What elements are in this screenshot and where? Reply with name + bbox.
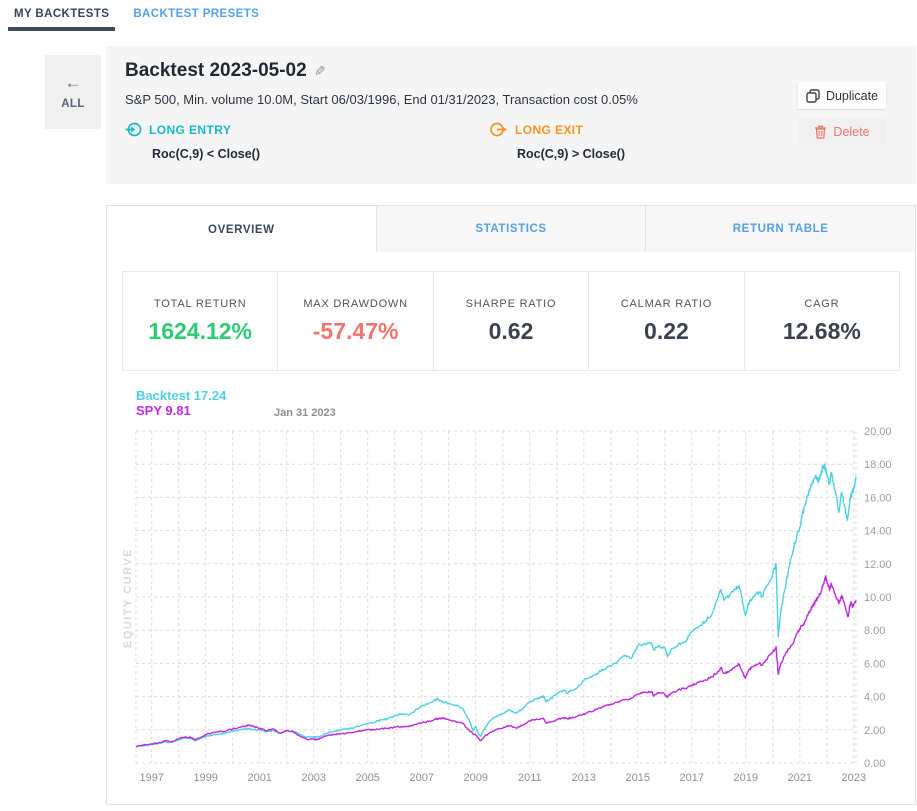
stat-label: SHARPE RATIO — [466, 298, 557, 310]
long-exit-rule: Roc(C,9) > Close() — [517, 147, 625, 161]
long-exit-icon — [490, 121, 508, 138]
overview-panel: TOTAL RETURN 1624.12% MAX DRAWDOWN -57.4… — [106, 252, 916, 805]
svg-text:2017: 2017 — [680, 772, 704, 784]
cursor-date-label: Jan 31 2023 — [274, 407, 336, 419]
long-entry-rule: Roc(C,9) < Close() — [152, 147, 260, 161]
delete-button[interactable]: Delete — [798, 119, 886, 144]
stat-label: MAX DRAWDOWN — [303, 298, 408, 310]
stats-row: TOTAL RETURN 1624.12% MAX DRAWDOWN -57.4… — [122, 271, 900, 371]
svg-text:16.00: 16.00 — [864, 492, 892, 504]
stat-value: 0.22 — [644, 318, 689, 345]
svg-text:2007: 2007 — [409, 772, 433, 784]
svg-text:2015: 2015 — [626, 772, 650, 784]
backtest-header-card: Backtest 2023-05-02 ✎ S&P 500, Min. volum… — [106, 46, 916, 184]
tab-backtest-presets[interactable]: BACKTEST PRESETS — [127, 0, 265, 31]
svg-text:4.00: 4.00 — [864, 692, 885, 704]
long-exit-label: LONG EXIT — [515, 123, 583, 137]
svg-text:2021: 2021 — [788, 772, 812, 784]
stat-value: 0.62 — [489, 318, 534, 345]
svg-text:12.00: 12.00 — [864, 559, 892, 571]
svg-text:0.00: 0.00 — [864, 758, 885, 770]
svg-text:2009: 2009 — [463, 772, 487, 784]
long-exit-block: LONG EXIT Roc(C,9) > Close() — [490, 121, 625, 161]
tab-return-table[interactable]: RETURN TABLE — [646, 205, 916, 253]
stat-label: TOTAL RETURN — [154, 298, 247, 310]
svg-text:18.00: 18.00 — [864, 459, 892, 471]
svg-text:20.00: 20.00 — [864, 426, 892, 438]
svg-text:2005: 2005 — [355, 772, 379, 784]
trash-icon — [814, 125, 827, 139]
backtest-title-text: Backtest 2023-05-02 — [125, 60, 307, 81]
edit-pencil-icon[interactable]: ✎ — [314, 63, 326, 80]
equity-curve-plot: 0.00 2.00 4.00 6.00 8.00 10.00 12.00 14.00 16.00… — [117, 425, 909, 793]
long-entry-block: LONG ENTRY Roc(C,9) < Close() — [125, 121, 260, 161]
chart-legend: Backtest 17.24 SPY 9.81 Jan 31 2023 — [117, 388, 909, 425]
tab-overview[interactable]: OVERVIEW — [106, 205, 377, 253]
page-title: Backtest 2023-05-02 ✎ — [125, 60, 325, 82]
back-to-all-button[interactable]: ← ALL — [45, 55, 101, 129]
svg-text:2003: 2003 — [301, 772, 325, 784]
y-axis-title: EQUITY CURVE — [122, 528, 134, 668]
equity-curve-chart: EQUITY CURVE Backtest 17.24 SPY 9.81 Jan… — [117, 388, 909, 798]
svg-text:2011: 2011 — [518, 772, 542, 784]
delete-label: Delete — [833, 125, 869, 139]
svg-text:2001: 2001 — [247, 772, 271, 784]
long-entry-label: LONG ENTRY — [149, 123, 231, 137]
backtest-subtitle: S&P 500, Min. volume 10.0M, Start 06/03/… — [125, 92, 638, 107]
stat-total-return: TOTAL RETURN 1624.12% — [122, 271, 278, 371]
stat-cagr: CAGR 12.68% — [745, 271, 900, 371]
tab-statistics[interactable]: STATISTICS — [377, 205, 647, 253]
svg-text:6.00: 6.00 — [864, 658, 885, 670]
stat-value: 1624.12% — [148, 318, 252, 345]
legend-backtest: Backtest 17.24 — [136, 388, 909, 403]
svg-text:1999: 1999 — [193, 772, 217, 784]
svg-text:2023: 2023 — [842, 772, 866, 784]
tab-my-backtests[interactable]: MY BACKTESTS — [8, 0, 115, 31]
svg-text:2013: 2013 — [572, 772, 596, 784]
stat-max-drawdown: MAX DRAWDOWN -57.47% — [278, 271, 433, 371]
legend-spy: SPY 9.81 — [136, 403, 909, 418]
duplicate-icon — [806, 89, 820, 103]
section-tabs: OVERVIEW STATISTICS RETURN TABLE — [106, 205, 916, 253]
svg-text:14.00: 14.00 — [864, 526, 892, 538]
stat-value: 12.68% — [783, 318, 861, 345]
svg-text:2019: 2019 — [734, 772, 758, 784]
long-entry-icon — [125, 121, 142, 138]
top-tab-bar: MY BACKTESTS BACKTEST PRESETS — [0, 0, 917, 31]
duplicate-label: Duplicate — [826, 89, 878, 103]
stat-value: -57.47% — [313, 318, 399, 345]
stat-label: CAGR — [804, 298, 839, 310]
svg-text:10.00: 10.00 — [864, 592, 892, 604]
svg-text:8.00: 8.00 — [864, 625, 885, 637]
svg-text:2.00: 2.00 — [864, 725, 885, 737]
stat-label: CALMAR RATIO — [621, 298, 712, 310]
stat-calmar-ratio: CALMAR RATIO 0.22 — [589, 271, 744, 371]
back-arrow-icon: ← — [65, 74, 82, 91]
back-label: ALL — [61, 98, 85, 110]
duplicate-button[interactable]: Duplicate — [798, 82, 886, 109]
stat-sharpe-ratio: SHARPE RATIO 0.62 — [434, 271, 589, 371]
svg-text:1997: 1997 — [139, 772, 163, 784]
